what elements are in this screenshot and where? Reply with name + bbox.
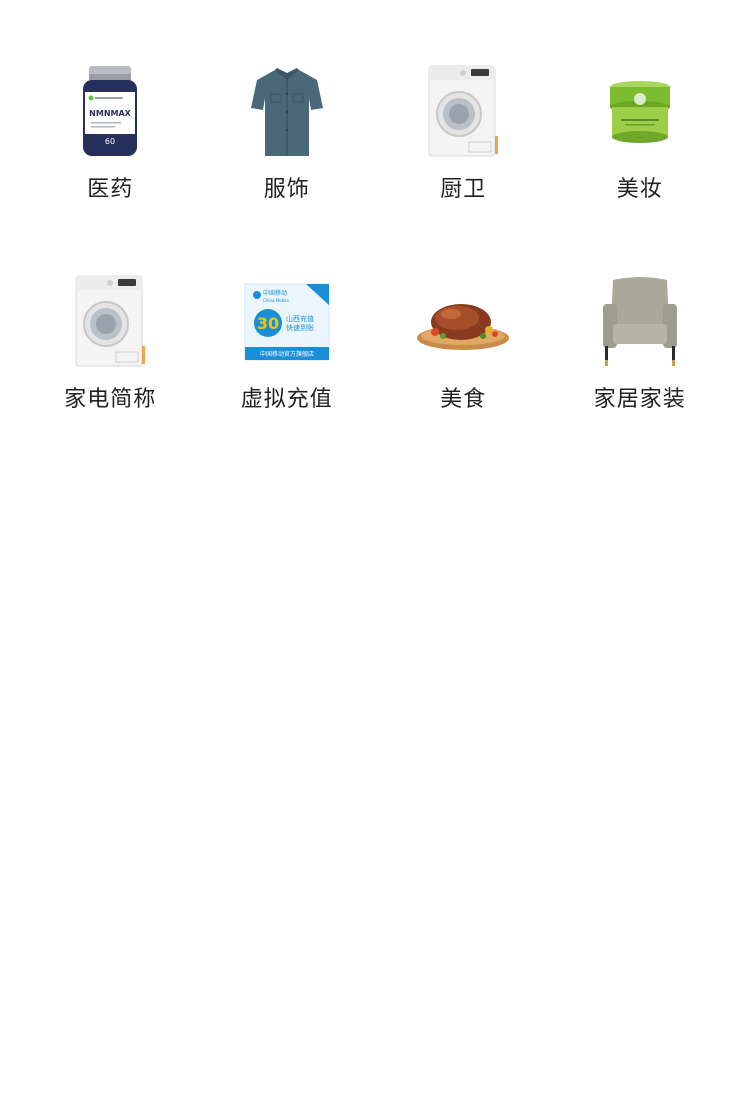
card-title-text: 山西充值	[286, 314, 314, 323]
category-item-appliances[interactable]: 家电简称	[22, 270, 199, 480]
category-label: 美妆	[616, 177, 663, 202]
recharge-card-icon: 中国移动 China Mobile 30 山西充值 快速到账 中国移动官方旗舰店	[235, 270, 339, 374]
card-footer-text: 中国移动官方旗舰店	[260, 350, 314, 358]
category-item-virtual-recharge[interactable]: 中国移动 China Mobile 30 山西充值 快速到账 中国移动官方旗舰店…	[199, 270, 376, 480]
category-label: 服饰	[263, 177, 310, 202]
armchair-icon	[588, 270, 692, 374]
card-brand-text: 中国移动	[263, 289, 287, 297]
category-label: 医药	[87, 177, 134, 202]
category-item-home-furnishing[interactable]: 家居家装	[552, 270, 729, 480]
category-label: 虚拟充值	[240, 387, 333, 412]
category-item-food[interactable]: 美食	[375, 270, 552, 480]
bottle-brand-text: NMNMAX	[89, 109, 132, 118]
washing-machine-icon	[411, 60, 515, 164]
category-label: 家居家装	[593, 387, 686, 412]
category-item-kitchen-bath[interactable]: 厨卫	[375, 60, 552, 270]
shirt-icon	[235, 60, 339, 164]
category-label: 美食	[440, 387, 487, 412]
bottle-count-text: 60	[105, 137, 115, 146]
washing-machine-icon	[58, 270, 162, 374]
category-label: 厨卫	[440, 177, 487, 202]
category-grid: NMNMAX 60 医药 服饰 厨卫 美妆 家电简称 中国移动 China Mo…	[22, 60, 728, 480]
category-item-beauty[interactable]: 美妆	[552, 60, 729, 270]
roast-dish-icon	[411, 270, 515, 374]
category-label: 家电简称	[64, 387, 157, 412]
card-amount-text: 30	[257, 314, 279, 333]
category-item-apparel[interactable]: 服饰	[199, 60, 376, 270]
category-item-medicine[interactable]: NMNMAX 60 医药	[22, 60, 199, 270]
card-sub-text: 快速到账	[286, 323, 314, 332]
cream-jar-icon	[588, 60, 692, 164]
supplement-bottle-icon: NMNMAX 60	[58, 60, 162, 164]
card-brand-en-text: China Mobile	[263, 298, 289, 303]
